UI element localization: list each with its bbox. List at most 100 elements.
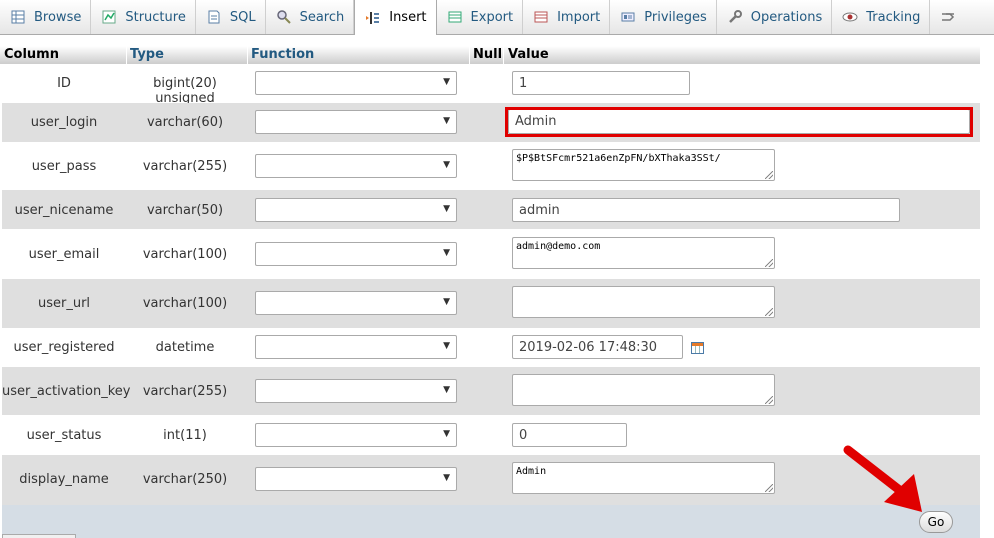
- value-text: $P$BtSFcmr521a6enZpFN/bXThaka3SSt/: [516, 153, 721, 164]
- highlight-box: [505, 107, 973, 137]
- structure-icon: [101, 9, 117, 25]
- column-type: int(11): [163, 428, 207, 443]
- table-row: user_registered datetime ▼ 2019-02-06 17…: [2, 328, 980, 367]
- column-type: varchar(50): [146, 203, 224, 218]
- form-footer: [2, 505, 980, 538]
- header-column: Column: [4, 47, 59, 62]
- tab-structure[interactable]: Structure: [91, 0, 196, 34]
- value-textarea[interactable]: $P$BtSFcmr521a6enZpFN/bXThaka3SSt/: [512, 149, 775, 181]
- function-select[interactable]: ▼: [255, 379, 457, 403]
- tab-tracking[interactable]: Tracking: [832, 0, 931, 34]
- dropdown-arrow-icon: ▼: [443, 116, 450, 126]
- triggers-icon: [940, 9, 956, 25]
- value-input[interactable]: 1: [512, 71, 690, 95]
- tab-insert[interactable]: Insert: [354, 0, 437, 35]
- function-select[interactable]: ▼: [255, 423, 457, 447]
- header-function[interactable]: Function: [251, 47, 314, 62]
- tab-import[interactable]: Import: [523, 0, 611, 34]
- resize-grip-icon[interactable]: [765, 308, 773, 316]
- resize-grip-icon[interactable]: [765, 396, 773, 404]
- resize-grip-icon[interactable]: [765, 259, 773, 267]
- dropdown-arrow-icon: ▼: [443, 77, 450, 87]
- privileges-icon: [620, 9, 636, 25]
- dropdown-arrow-icon: ▼: [443, 429, 450, 439]
- value-textarea[interactable]: [512, 374, 775, 406]
- function-select[interactable]: ▼: [255, 110, 457, 134]
- value-input[interactable]: 0: [512, 423, 627, 447]
- tab-label: Structure: [125, 9, 186, 25]
- function-select[interactable]: ▼: [255, 71, 457, 95]
- insert-icon: [365, 10, 381, 26]
- function-select[interactable]: ▼: [255, 291, 457, 315]
- wrench-icon: [727, 9, 743, 25]
- value-text: Admin: [516, 466, 547, 477]
- column-type: varchar(255): [142, 159, 228, 174]
- function-select[interactable]: ▼: [255, 467, 457, 491]
- import-icon: [533, 9, 549, 25]
- eye-icon: [842, 9, 858, 25]
- horizontal-scrollbar[interactable]: [2, 534, 76, 538]
- column-name: user_url: [37, 296, 91, 311]
- tab-sql[interactable]: SQL: [196, 0, 266, 34]
- resize-grip-icon[interactable]: [765, 171, 773, 179]
- tab-privileges[interactable]: Privileges: [610, 0, 717, 34]
- dropdown-arrow-icon: ▼: [443, 297, 450, 307]
- browse-icon: [10, 9, 26, 25]
- calendar-icon[interactable]: [691, 342, 704, 354]
- tab-label: Privileges: [644, 9, 707, 25]
- table-row: user_pass varchar(255) ▼ $P$BtSFcmr521a6…: [2, 142, 980, 190]
- tab-export[interactable]: Export: [437, 0, 524, 34]
- dropdown-arrow-icon: ▼: [443, 248, 450, 258]
- column-name: user_nicename: [14, 203, 114, 218]
- function-select[interactable]: ▼: [255, 335, 457, 359]
- column-type: varchar(100): [142, 247, 228, 262]
- dropdown-arrow-icon: ▼: [443, 341, 450, 351]
- value-textarea[interactable]: [512, 286, 775, 318]
- header-type[interactable]: Type: [130, 47, 164, 62]
- header-value: Value: [508, 47, 549, 62]
- dropdown-arrow-icon: ▼: [443, 160, 450, 170]
- tab-bar: Browse Structure SQL Search Insert Expor…: [0, 0, 994, 35]
- table-row: user_url varchar(100) ▼: [2, 279, 980, 328]
- column-name: user_login: [30, 115, 98, 130]
- datetime-input[interactable]: 2019-02-06 17:48:30: [512, 335, 683, 359]
- search-icon: [276, 9, 292, 25]
- table-row: user_nicename varchar(50) ▼ admin: [2, 190, 980, 229]
- value-textarea[interactable]: admin@demo.com: [512, 237, 775, 269]
- dropdown-arrow-icon: ▼: [443, 473, 450, 483]
- tab-label: Browse: [34, 9, 82, 25]
- column-name: user_email: [28, 247, 100, 262]
- tab-browse[interactable]: Browse: [0, 0, 92, 34]
- column-name: display_name: [19, 472, 109, 487]
- value-input[interactable]: admin: [512, 198, 900, 222]
- tab-label: Search: [299, 9, 345, 25]
- function-select[interactable]: ▼: [255, 154, 457, 178]
- table-row: ID bigint(20) unsigned ▼ 1: [2, 64, 980, 106]
- tab-search[interactable]: Search: [266, 0, 355, 34]
- function-select[interactable]: ▼: [255, 198, 457, 222]
- sql-icon: [206, 9, 222, 25]
- function-select[interactable]: ▼: [255, 242, 457, 266]
- column-type: datetime: [155, 340, 215, 355]
- tab-more[interactable]: [930, 0, 973, 34]
- column-type: varchar(250): [142, 472, 228, 487]
- column-name: user_activation_key: [2, 384, 131, 399]
- column-name: user_registered: [13, 340, 115, 355]
- table-row: display_name varchar(250) ▼ Admin: [2, 455, 980, 505]
- column-type: varchar(60): [146, 115, 224, 130]
- header-null: Null: [473, 47, 503, 62]
- tab-operations[interactable]: Operations: [717, 0, 833, 34]
- column-type: varchar(100): [142, 296, 228, 311]
- column-name: ID: [57, 76, 71, 91]
- tab-label: Operations: [750, 9, 823, 25]
- dropdown-arrow-icon: ▼: [443, 204, 450, 214]
- table-header: Column Type Function Null Value: [0, 46, 994, 64]
- tab-label: Tracking: [866, 9, 921, 25]
- table-row: user_email varchar(100) ▼ admin@demo.com: [2, 229, 980, 279]
- value-textarea[interactable]: Admin: [512, 462, 775, 494]
- column-name: user_status: [26, 428, 102, 443]
- column-type: varchar(255): [142, 384, 228, 399]
- resize-grip-icon[interactable]: [765, 484, 773, 492]
- tab-label: SQL: [229, 9, 256, 25]
- value-text: admin@demo.com: [516, 241, 601, 252]
